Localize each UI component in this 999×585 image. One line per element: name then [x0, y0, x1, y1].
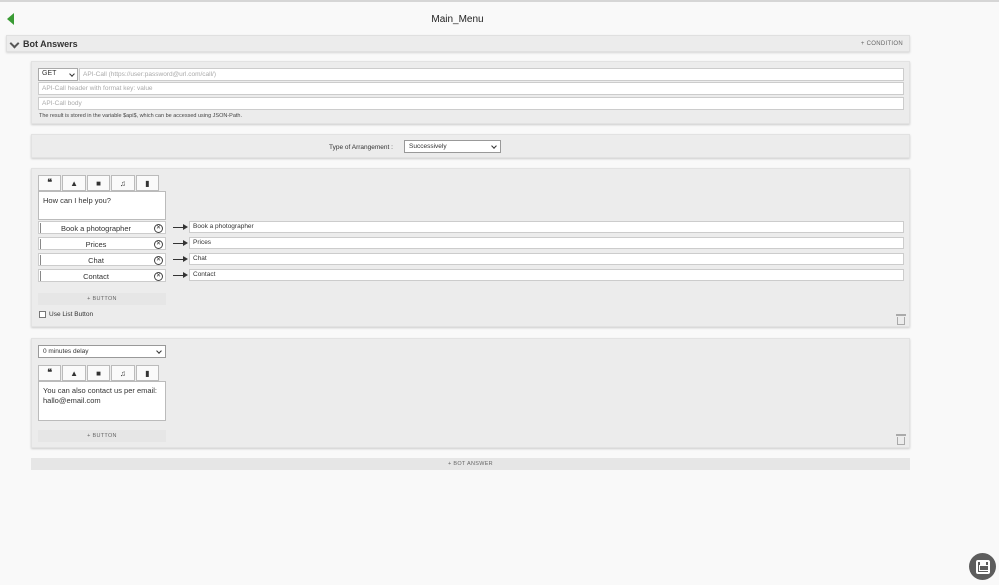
image-icon[interactable]: ▲ [62, 175, 86, 191]
api-header-input[interactable]: API-Call header with format key: value [38, 82, 904, 95]
chevron-down-icon [156, 348, 162, 354]
button-target-input[interactable]: Chat [189, 253, 904, 265]
arrangement-select[interactable]: Successively [404, 140, 501, 153]
audio-icon[interactable]: ♫ [111, 365, 135, 381]
message-text[interactable]: You can also contact us per email: hallo… [38, 381, 166, 421]
content-type-toolbar: ❝ ▲ ■ ♫ ▮ [38, 175, 160, 191]
answer-button-row[interactable]: Chat ✕ [38, 253, 166, 266]
delay-select[interactable]: 0 minutes delay [38, 345, 166, 358]
add-condition-button[interactable]: + CONDITION [861, 41, 903, 47]
arrow-right-icon [173, 272, 188, 278]
bot-answers-header[interactable]: Bot Answers + CONDITION [6, 35, 910, 52]
message-text[interactable]: How can I help you? [38, 191, 166, 220]
floppy-disk-icon [975, 559, 990, 574]
remove-icon[interactable]: ✕ [154, 240, 163, 249]
api-note: The result is stored in the variable $ap… [39, 113, 242, 119]
file-icon[interactable]: ▮ [135, 365, 160, 381]
arrangement-label: Type of Arrangement : [329, 144, 393, 151]
api-body-input[interactable]: API-Call body [38, 97, 904, 110]
button-target-input[interactable]: Contact [189, 269, 904, 281]
video-icon[interactable]: ■ [86, 365, 111, 381]
add-button[interactable]: + BUTTON [38, 430, 166, 442]
chevron-down-icon[interactable] [9, 38, 20, 49]
answer-button-label[interactable]: Chat [39, 256, 153, 265]
use-list-button-toggle[interactable]: Use List Button [39, 311, 93, 318]
message-line: You can also contact us per email: [43, 386, 157, 395]
use-list-label: Use List Button [49, 311, 94, 318]
api-url-input[interactable]: API-Call (https://user:password@url.com/… [79, 68, 904, 81]
answer-button-label[interactable]: Prices [39, 240, 153, 249]
answer-button-label[interactable]: Book a photographer [39, 224, 153, 233]
message-card-2: 0 minutes delay ❝ ▲ ■ ♫ ▮ You can also c… [31, 338, 910, 448]
arrow-right-icon [173, 240, 188, 246]
answer-button-label[interactable]: Contact [39, 272, 153, 281]
content-type-toolbar: ❝ ▲ ■ ♫ ▮ [38, 365, 160, 381]
image-icon[interactable]: ▲ [62, 365, 86, 381]
add-bot-answer-button[interactable]: + BOT ANSWER [31, 458, 910, 470]
video-icon[interactable]: ■ [86, 175, 111, 191]
checkbox[interactable] [39, 311, 46, 318]
trash-icon[interactable] [896, 434, 906, 445]
add-button[interactable]: + BUTTON [38, 293, 166, 305]
page-title: Main_Menu [431, 14, 484, 25]
trash-lid [896, 434, 906, 436]
remove-icon[interactable]: ✕ [154, 224, 163, 233]
trash-can [897, 437, 905, 445]
answer-button-row[interactable]: Prices ✕ [38, 237, 166, 250]
delay-value: 0 minutes delay [43, 348, 89, 355]
remove-icon[interactable]: ✕ [154, 272, 163, 281]
section-title: Bot Answers [23, 39, 78, 49]
trash-icon[interactable] [896, 314, 906, 325]
trash-can [897, 317, 905, 325]
arrangement-value: Successively [409, 143, 447, 150]
arrow-right-icon [173, 224, 188, 230]
chevron-down-icon [69, 71, 75, 77]
remove-icon[interactable]: ✕ [154, 256, 163, 265]
audio-icon[interactable]: ♫ [111, 175, 135, 191]
http-method-select[interactable]: GET [38, 68, 78, 81]
top-border [0, 0, 999, 2]
answer-button-row[interactable]: Contact ✕ [38, 269, 166, 282]
answer-button-row[interactable]: Book a photographer ✕ [38, 221, 166, 234]
file-icon[interactable]: ▮ [135, 175, 160, 191]
arrow-right-icon [173, 256, 188, 262]
chevron-down-icon [491, 143, 497, 149]
button-target-input[interactable]: Book a photographer [189, 221, 904, 233]
trash-lid [896, 314, 906, 316]
save-button[interactable] [969, 553, 996, 580]
quote-icon[interactable]: ❝ [38, 365, 62, 381]
message-card-1: ❝ ▲ ■ ♫ ▮ How can I help you? Book a pho… [31, 168, 910, 327]
quote-icon[interactable]: ❝ [38, 175, 62, 191]
http-method-value: GET [42, 70, 57, 77]
button-target-input[interactable]: Prices [189, 237, 904, 249]
arrangement-card: Type of Arrangement : Successively [31, 134, 910, 158]
api-call-card: GET API-Call (https://user:password@url.… [31, 61, 910, 124]
message-line: hallo@email.com [43, 396, 101, 405]
